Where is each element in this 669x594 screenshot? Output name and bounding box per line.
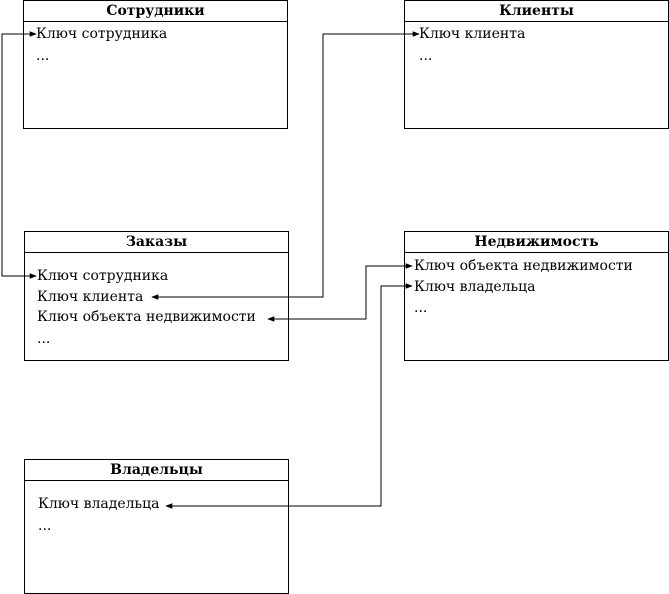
- link-client-key: [151, 31, 420, 300]
- link-property-key: [267, 263, 413, 322]
- relationship-lines: [1, 31, 420, 509]
- link-employee-key: [1, 31, 37, 279]
